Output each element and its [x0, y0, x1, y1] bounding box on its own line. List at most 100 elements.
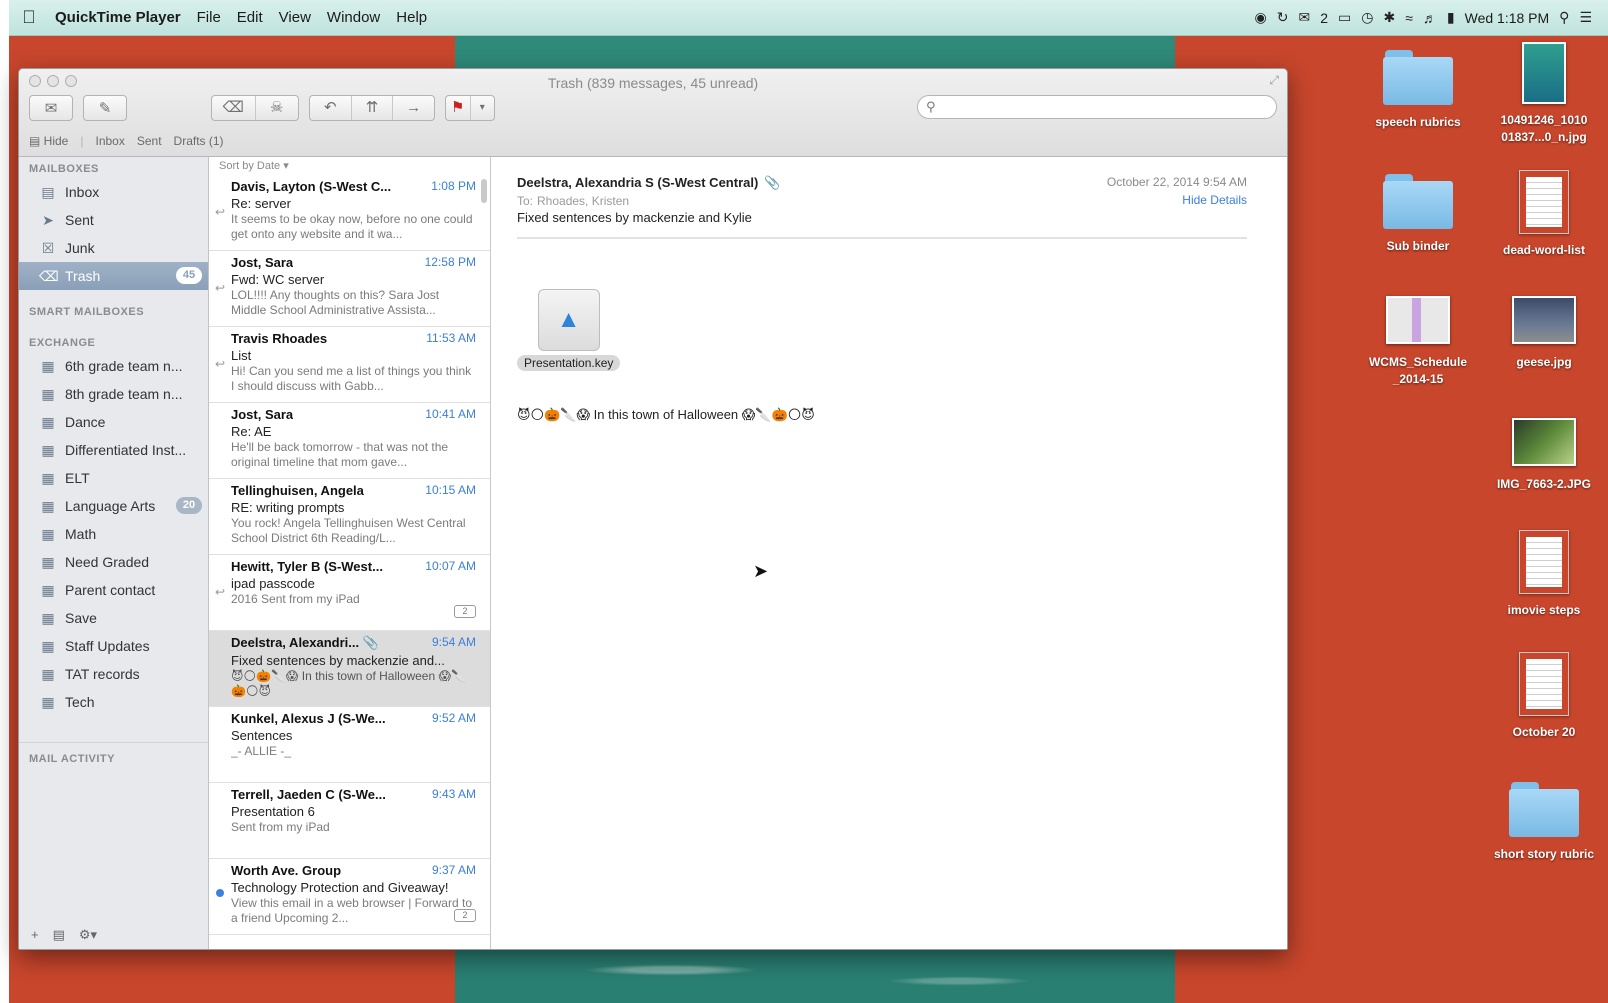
menu-window[interactable]: Window: [319, 9, 388, 26]
search-field[interactable]: ⚲: [917, 95, 1277, 119]
favorite-inbox[interactable]: Inbox: [95, 134, 124, 148]
airplay-icon[interactable]: ▭: [1338, 9, 1351, 26]
menu-file[interactable]: File: [189, 9, 229, 26]
compose-button[interactable]: ✎: [83, 95, 127, 121]
desktop-item-short-story-rubric[interactable]: short story rubric: [1484, 782, 1604, 863]
forward-icon[interactable]: →: [393, 96, 434, 120]
volume-icon[interactable]: ♬: [1423, 10, 1437, 26]
attachment-keynote[interactable]: ▲ Presentation.key: [517, 289, 621, 371]
reader-sender[interactable]: Deelstra, Alexandria S (S-West Central): [517, 175, 758, 190]
bluetooth-icon[interactable]: ✱: [1383, 9, 1395, 26]
message-sender: Davis, Layton (S-West C...: [231, 179, 392, 194]
sidebar-item-junk[interactable]: ☒ Junk: [19, 234, 208, 262]
favorite-drafts[interactable]: Drafts (1): [174, 134, 224, 148]
sidebar-item-tat-records[interactable]: ▦ TAT records: [19, 660, 208, 688]
spotlight-icon[interactable]: ⚲: [1559, 9, 1569, 26]
reply-icon[interactable]: ↶: [310, 96, 352, 120]
message-row[interactable]: Jost, Sara 10:41 AM Re: AE He'll be back …: [209, 403, 490, 479]
smart-mailboxes-heading[interactable]: SMART MAILBOXES: [19, 300, 208, 321]
menu-view[interactable]: View: [271, 9, 319, 26]
sync-icon[interactable]: ↻: [1277, 9, 1289, 26]
sidebar-item-differentiated[interactable]: ▦ Differentiated Inst...: [19, 436, 208, 464]
flag-button[interactable]: ⚑ ▾: [445, 95, 495, 121]
sidebar-item-tech[interactable]: ▦ Tech: [19, 688, 208, 716]
message-preview: 😈🌕🎃🔪😱 In this town of Halloween 😱🔪🎃🌕😈: [231, 669, 466, 698]
sidebar-item-dance[interactable]: ▦ Dance: [19, 408, 208, 436]
image-thumbnail-icon: [1512, 418, 1576, 466]
message-row[interactable]: Worth Ave. Group 9:37 AM Technology Prote…: [209, 859, 490, 935]
wifi-icon[interactable]: ≈: [1405, 10, 1413, 26]
notification-center-icon[interactable]: ☰: [1579, 9, 1592, 26]
delete-icon[interactable]: ⌫: [212, 96, 256, 120]
message-row[interactable]: Travis Rhoades 11:53 AM List Hi! Can you …: [209, 327, 490, 403]
reader-to[interactable]: Rhoades, Kristen: [537, 194, 629, 208]
message-row[interactable]: Tellinghuisen, Angela 10:15 AM RE: writin…: [209, 479, 490, 555]
message-row[interactable]: Jost, Sara 12:58 PM Fwd: WC server LOL!!!…: [209, 251, 490, 327]
sidebar-item-save[interactable]: ▦ Save: [19, 604, 208, 632]
desktop-item-label: Sub binder: [1386, 239, 1450, 253]
show-hide-icon[interactable]: ▤: [53, 927, 65, 943]
sidebar-item-6th-grade[interactable]: ▦ 6th grade team n...: [19, 352, 208, 380]
sidebar-item-staff-updates[interactable]: ▦ Staff Updates: [19, 632, 208, 660]
fullscreen-icon[interactable]: ⤢: [1269, 73, 1279, 88]
sidebar-item-inbox[interactable]: ▤ Inbox: [19, 178, 208, 206]
message-subject: RE: writing prompts: [231, 500, 345, 515]
hide-details-link[interactable]: Hide Details: [1182, 193, 1247, 207]
reply-all-icon[interactable]: ⇈: [352, 96, 394, 120]
folder-icon: [1383, 50, 1453, 106]
message-row[interactable]: Terrell, Jaeden C (S-We... 9:43 AM Presen…: [209, 783, 490, 859]
hide-mailboxes-button[interactable]: ▤ Hide: [29, 134, 68, 148]
reader-recipients: To: Rhoades, Kristen: [517, 194, 630, 208]
image-thumbnail-icon: [1522, 42, 1566, 104]
apple-menu-icon[interactable]: : [9, 7, 49, 28]
sidebar-item-8th-grade[interactable]: ▦ 8th grade team n...: [19, 380, 208, 408]
add-mailbox-icon[interactable]: +: [31, 927, 39, 943]
sidebar-item-elt[interactable]: ▦ ELT: [19, 464, 208, 492]
record-icon[interactable]: ◉: [1255, 9, 1267, 26]
desktop-item-speech-rubrics[interactable]: speech rubrics: [1358, 50, 1478, 131]
message-sender: Jost, Sara: [231, 255, 294, 270]
sidebar-item-math[interactable]: ▦ Math: [19, 520, 208, 548]
menu-app-name[interactable]: QuickTime Player: [49, 9, 189, 26]
message-sender: Travis Rhoades: [231, 331, 328, 346]
exchange-heading[interactable]: EXCHANGE: [19, 331, 208, 352]
image-thumbnail-icon: [1512, 296, 1576, 344]
desktop-item-img-7663[interactable]: IMG_7663-2.JPG: [1484, 418, 1604, 493]
message-row[interactable]: Davis, Layton (S-West C... 1:08 PM Re: se…: [209, 175, 490, 251]
desktop-item-wcms-schedule[interactable]: WCMS_Schedule _2014-15: [1358, 296, 1478, 388]
message-row[interactable]: Hewitt, Tyler B (S-West... 10:07 AM ipad …: [209, 555, 490, 631]
sidebar-item-trash[interactable]: ⌫ Trash 45: [19, 262, 208, 290]
sort-by-button[interactable]: Sort by Date ▾: [209, 157, 490, 175]
desktop-item-imovie-steps[interactable]: imovie steps: [1484, 530, 1604, 619]
sidebar-item-parent-contact[interactable]: ▦ Parent contact: [19, 576, 208, 604]
junk-icon[interactable]: ☠: [256, 96, 299, 120]
sidebar-item-language-arts[interactable]: ▦ Language Arts 20: [19, 492, 208, 520]
menu-help[interactable]: Help: [388, 9, 435, 26]
message-time: 9:52 AM: [431, 711, 476, 725]
gmail-icon[interactable]: ✉: [1298, 9, 1310, 26]
desktop-item-october-20[interactable]: October 20: [1484, 652, 1604, 741]
message-preview: Sent from my iPad: [231, 820, 330, 834]
desktop-item-sub-binder[interactable]: Sub binder: [1358, 174, 1478, 255]
message-preview: Hi! Can you send me a list of things you…: [231, 364, 472, 393]
attachment-icon[interactable]: 📎: [764, 175, 780, 190]
sidebar-item-need-graded[interactable]: ▦ Need Graded: [19, 548, 208, 576]
desktop-item-dead-word-list[interactable]: dead-word-list: [1484, 170, 1604, 259]
mailboxes-heading[interactable]: MAILBOXES: [19, 157, 208, 178]
desktop-item-jpg-photo[interactable]: 10491246_1010 01837...0_n.jpg: [1484, 42, 1604, 146]
get-mail-button[interactable]: ✉: [29, 95, 73, 121]
message-row-selected[interactable]: Deelstra, Alexandri... 📎 9:54 AM Fixed se…: [209, 631, 490, 707]
battery-icon[interactable]: ▮: [1447, 9, 1455, 26]
folder-icon: ▦: [41, 413, 55, 430]
folder-icon: ▦: [41, 665, 55, 682]
message-row[interactable]: Kunkel, Alexus J (S-We... 9:52 AM Sentenc…: [209, 707, 490, 783]
mail-activity-heading[interactable]: MAIL ACTIVITY: [19, 742, 208, 768]
menu-edit[interactable]: Edit: [229, 9, 271, 26]
search-input[interactable]: [941, 99, 1276, 115]
desktop-item-geese[interactable]: geese.jpg: [1484, 296, 1604, 371]
time-machine-icon[interactable]: ◷: [1361, 9, 1373, 26]
favorite-sent[interactable]: Sent: [137, 134, 162, 148]
gear-icon[interactable]: ⚙▾: [79, 927, 97, 943]
sidebar-item-sent[interactable]: ➤ Sent: [19, 206, 208, 234]
menubar-clock[interactable]: Wed 1:18 PM: [1465, 10, 1550, 26]
